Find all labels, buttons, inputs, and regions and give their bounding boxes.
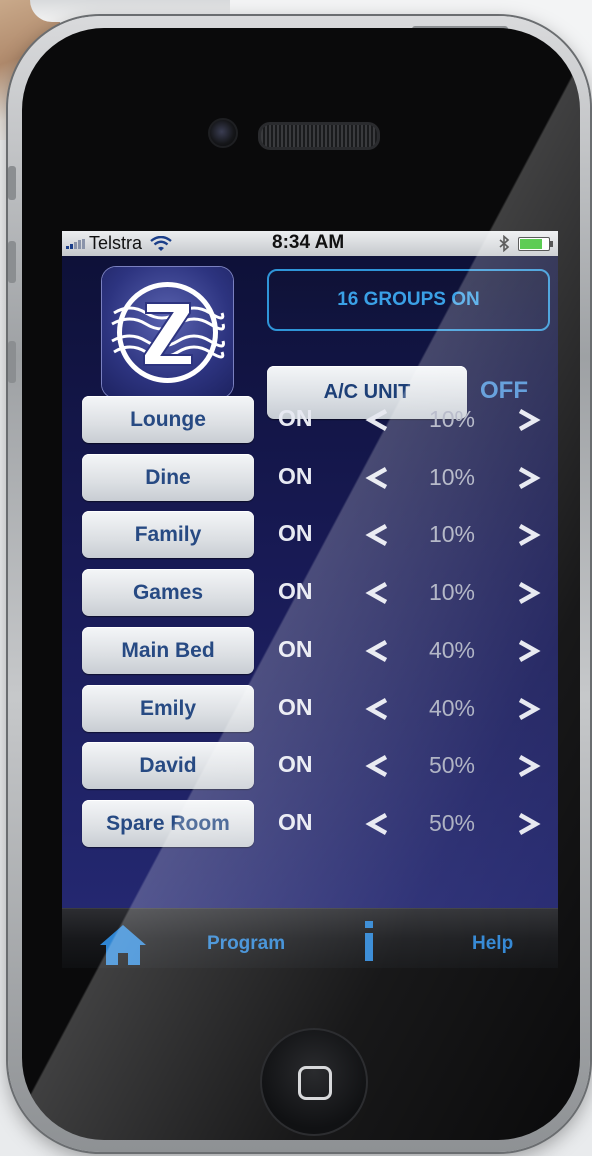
carrier-name: Telstra — [89, 233, 143, 253]
room-level: 10% — [428, 464, 476, 490]
status-bar: Telstra 8:34 AM — [62, 231, 558, 256]
home-button[interactable] — [260, 1028, 368, 1136]
room-button[interactable]: Main Bed — [82, 627, 254, 674]
tab-bar: Program Help — [62, 908, 558, 968]
room-button[interactable]: Games — [82, 569, 254, 616]
room-button[interactable]: David — [82, 742, 254, 789]
room-level: 40% — [428, 695, 476, 721]
volume-down-button — [8, 341, 16, 383]
tab-help[interactable]: Help — [472, 933, 513, 955]
earpiece-speaker — [258, 122, 380, 150]
room-level: 50% — [428, 752, 476, 778]
room-state[interactable]: ON — [278, 694, 328, 721]
home-icon[interactable] — [98, 923, 148, 967]
wifi-icon — [150, 235, 172, 251]
ac-unit-state: OFF — [480, 377, 528, 404]
battery-icon — [518, 237, 553, 251]
room-button[interactable]: Lounge — [82, 396, 254, 443]
front-camera-icon — [208, 118, 238, 148]
room-state[interactable]: ON — [278, 809, 328, 836]
room-button[interactable]: Family — [82, 511, 254, 558]
decrease-arrow-icon[interactable] — [362, 694, 392, 724]
room-level: 10% — [428, 521, 476, 547]
increase-arrow-icon[interactable] — [514, 694, 544, 724]
room-level: 10% — [428, 579, 476, 605]
home-square-icon — [298, 1066, 332, 1100]
increase-arrow-icon[interactable] — [514, 463, 544, 493]
increase-arrow-icon[interactable] — [514, 751, 544, 781]
decrease-arrow-icon[interactable] — [362, 405, 392, 435]
bluetooth-icon — [499, 235, 510, 252]
decrease-arrow-icon[interactable] — [362, 520, 392, 550]
mute-switch — [8, 166, 16, 200]
room-level: 40% — [428, 637, 476, 663]
increase-arrow-icon[interactable] — [514, 578, 544, 608]
phone-front: Telstra 8:34 AM 16 GROUPS ON A/C UNIT OF… — [22, 28, 580, 1140]
phone-device: Telstra 8:34 AM 16 GROUPS ON A/C UNIT OF… — [8, 16, 590, 1152]
signal-icon — [66, 238, 85, 249]
z-wave-logo-icon — [102, 267, 233, 398]
room-state[interactable]: ON — [278, 636, 328, 663]
groups-on-button[interactable]: 16 GROUPS ON — [267, 269, 550, 331]
carrier-indicator: Telstra — [66, 233, 172, 254]
decrease-arrow-icon[interactable] — [362, 636, 392, 666]
room-button[interactable]: Emily — [82, 685, 254, 732]
app-screen: Telstra 8:34 AM 16 GROUPS ON A/C UNIT OF… — [62, 231, 558, 968]
decrease-arrow-icon[interactable] — [362, 751, 392, 781]
increase-arrow-icon[interactable] — [514, 636, 544, 666]
room-button[interactable]: Dine — [82, 454, 254, 501]
room-state[interactable]: ON — [278, 405, 328, 432]
increase-arrow-icon[interactable] — [514, 520, 544, 550]
room-state[interactable]: ON — [278, 463, 328, 490]
battery-level — [520, 239, 542, 249]
decrease-arrow-icon[interactable] — [362, 578, 392, 608]
room-state[interactable]: ON — [278, 578, 328, 605]
increase-arrow-icon[interactable] — [514, 809, 544, 839]
room-level: 10% — [428, 406, 476, 432]
volume-up-button — [8, 241, 16, 283]
room-state[interactable]: ON — [278, 751, 328, 778]
info-icon[interactable] — [362, 919, 376, 963]
tab-program[interactable]: Program — [207, 933, 285, 955]
decrease-arrow-icon[interactable] — [362, 463, 392, 493]
status-time: 8:34 AM — [272, 232, 345, 253]
room-state[interactable]: ON — [278, 520, 328, 547]
decrease-arrow-icon[interactable] — [362, 809, 392, 839]
increase-arrow-icon[interactable] — [514, 405, 544, 435]
room-button[interactable]: Spare Room — [82, 800, 254, 847]
room-level: 50% — [428, 810, 476, 836]
